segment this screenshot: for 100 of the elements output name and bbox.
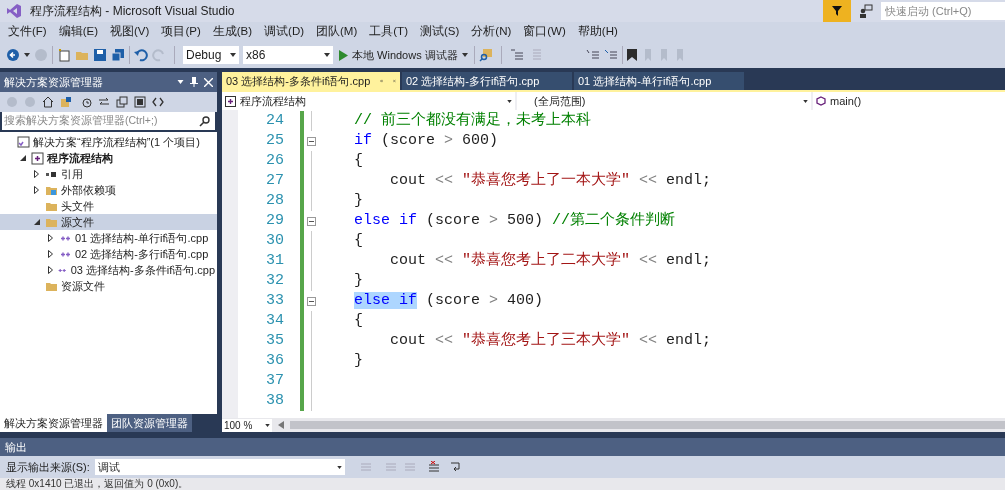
collapse-icon[interactable] xyxy=(306,216,316,226)
history-icon[interactable] xyxy=(80,96,92,108)
menu-item[interactable]: 团队(M) xyxy=(310,23,364,41)
member-dropdown[interactable]: main() xyxy=(813,92,1005,110)
collapsed-arrow-icon[interactable] xyxy=(34,170,39,178)
menu-item[interactable]: 文件(F) xyxy=(2,23,53,41)
collapsed-arrow-icon[interactable] xyxy=(48,250,53,258)
function-icon xyxy=(816,96,826,106)
collapsed-arrow-icon[interactable] xyxy=(48,266,53,274)
code-line: cout << "恭喜您考上了三本大学" << endl; xyxy=(389,331,712,351)
panel-title: 解决方案资源管理器 xyxy=(4,74,104,90)
search-field[interactable]: 搜索解决方案资源管理器(Ctrl+;) xyxy=(2,112,215,130)
menu-item[interactable]: 帮助(H) xyxy=(571,23,624,41)
code-line: } xyxy=(353,191,363,211)
project-icon xyxy=(225,95,236,107)
run-button[interactable]: 本地 Windows 调试器 xyxy=(337,46,470,64)
expanded-arrow-icon[interactable] xyxy=(20,155,26,161)
menu-item[interactable]: 测试(S) xyxy=(413,23,466,41)
scroll-left-icon[interactable] xyxy=(278,421,284,429)
tree-item[interactable]: 02 选择结构-多行if语句.cpp xyxy=(0,246,217,262)
find-icon[interactable] xyxy=(478,48,493,62)
document-tab[interactable]: 02 选择结构-多行if语句.cpp xyxy=(402,72,572,90)
show-all-files-icon[interactable] xyxy=(134,96,146,108)
platform-dropdown[interactable]: x86 xyxy=(243,46,333,64)
caret-icon xyxy=(507,99,512,103)
close-icon[interactable] xyxy=(204,77,213,87)
code-line: cout << "恭喜您考上了二本大学" << endl; xyxy=(389,251,712,271)
panel-tab[interactable]: 解决方案资源管理器 xyxy=(0,414,107,432)
tree-item[interactable]: 头文件 xyxy=(0,198,217,214)
undo-icon[interactable] xyxy=(134,48,148,62)
code-icon[interactable] xyxy=(152,96,164,108)
line-number: 31 xyxy=(265,251,284,271)
scope-dropdown[interactable]: (全局范围) xyxy=(517,92,811,110)
notification-button[interactable] xyxy=(823,0,851,22)
tree-item[interactable]: 源文件 xyxy=(0,214,217,230)
switch-views-icon[interactable] xyxy=(60,96,74,108)
menu-item[interactable]: 生成(B) xyxy=(206,23,259,41)
tree-item[interactable]: 引用 xyxy=(0,166,217,182)
collapsed-arrow-icon[interactable] xyxy=(34,186,39,194)
collapsed-arrow-icon[interactable] xyxy=(48,234,53,242)
tree-item[interactable]: 程序流程结构 xyxy=(0,150,217,166)
caret-icon xyxy=(461,53,468,57)
collapse-icon[interactable] xyxy=(306,296,316,306)
back-icon[interactable] xyxy=(6,48,20,62)
line-number: 36 xyxy=(265,351,284,371)
app-logo-icon xyxy=(6,3,22,19)
zoom-dropdown[interactable]: 100 % xyxy=(222,418,272,432)
panel-tab[interactable]: 团队资源管理器 xyxy=(107,414,192,432)
bookmark-icon[interactable] xyxy=(626,49,637,61)
caret-icon[interactable] xyxy=(24,53,30,57)
menu-item[interactable]: 工具(T) xyxy=(363,23,414,41)
horizontal-scrollbar[interactable] xyxy=(290,421,1005,429)
caret-icon xyxy=(265,423,270,427)
clear-all-icon[interactable] xyxy=(426,461,441,473)
feedback-icon[interactable] xyxy=(859,4,873,18)
line-number: 28 xyxy=(265,191,284,211)
line-number: 24 xyxy=(265,111,284,131)
tree-item[interactable]: 资源文件 xyxy=(0,278,217,294)
line-number: 32 xyxy=(265,271,284,291)
save-all-icon[interactable] xyxy=(111,48,125,62)
collapse-all-icon[interactable] xyxy=(116,96,128,108)
document-tab[interactable]: 01 选择结构-单行if语句.cpp xyxy=(574,72,744,90)
sync-icon[interactable] xyxy=(98,96,110,108)
tree-item[interactable]: 01 选择结构-单行if语句.cpp xyxy=(0,230,217,246)
menu-item[interactable]: 项目(P) xyxy=(155,23,207,41)
collapse-icon[interactable] xyxy=(306,136,316,146)
line-number: 29 xyxy=(265,211,284,231)
code-line: } xyxy=(353,351,363,371)
new-project-icon[interactable] xyxy=(57,48,71,62)
line-number: 26 xyxy=(265,151,284,171)
output-source-label: 显示输出来源(S): xyxy=(6,459,90,475)
line-number: 33 xyxy=(265,291,284,311)
menu-item[interactable]: 分析(N) xyxy=(465,23,518,41)
expanded-arrow-icon[interactable] xyxy=(34,219,40,225)
output-source-dropdown[interactable]: 调试 xyxy=(94,459,345,475)
funnel-icon xyxy=(831,5,843,17)
tree-item[interactable]: 外部依赖项 xyxy=(0,182,217,198)
tree-item[interactable]: 03 选择结构-多条件if语句.cpp xyxy=(0,262,217,278)
line-number: 27 xyxy=(265,171,284,191)
menu-item[interactable]: 视图(V) xyxy=(104,23,156,41)
menu-item[interactable]: 调试(D) xyxy=(258,23,311,41)
home-icon[interactable] xyxy=(42,96,54,108)
quick-launch-field[interactable]: 快速启动 (Ctrl+Q) xyxy=(881,2,1005,20)
code-line: cout << "恭喜您考上了一本大学" << endl; xyxy=(389,171,712,191)
caret-icon xyxy=(324,53,330,57)
project-dropdown[interactable]: 程序流程结构 xyxy=(222,92,515,110)
line-number: 34 xyxy=(265,311,284,331)
code-line: // 前三个都没有满足，未考上本科 xyxy=(353,111,591,131)
caret-icon xyxy=(803,99,808,103)
project-icon xyxy=(31,151,44,165)
caret-icon[interactable] xyxy=(177,80,184,84)
pin-icon[interactable] xyxy=(190,77,198,87)
configuration-dropdown[interactable]: Debug xyxy=(183,46,239,64)
tree-item[interactable]: 解决方案“程序流程结构”(1 个项目) xyxy=(0,134,217,150)
code-line: } xyxy=(353,271,363,291)
line-number: 35 xyxy=(265,331,284,351)
save-icon[interactable] xyxy=(93,48,107,62)
menu-item[interactable]: 编辑(E) xyxy=(52,23,105,41)
code-line: { xyxy=(353,231,363,251)
menu-item[interactable]: 窗口(W) xyxy=(517,23,572,41)
